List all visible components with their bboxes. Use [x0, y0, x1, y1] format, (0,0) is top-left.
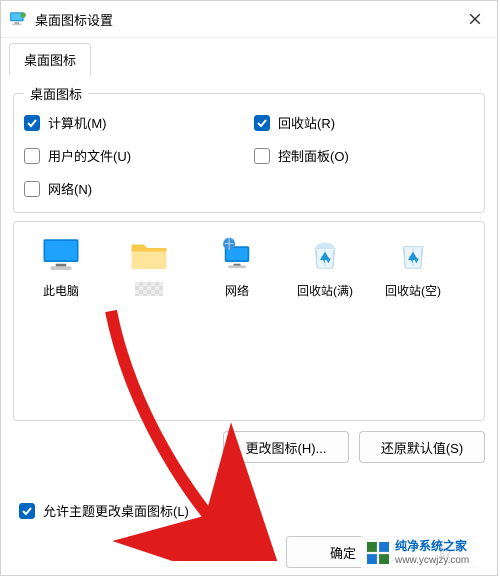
checkbox-box — [254, 148, 270, 164]
checkbox-label: 控制面板(O) — [278, 146, 349, 165]
icon-item-network[interactable]: 网络 — [198, 234, 276, 299]
icon-item-bin-full[interactable]: 回收站(满) — [286, 234, 364, 299]
icon-label — [110, 282, 188, 296]
checkbox-network[interactable]: 网络(N) — [24, 179, 244, 198]
checkbox-label: 用户的文件(U) — [48, 146, 131, 165]
dialog-window: 桌面图标设置 桌面图标 桌面图标 计算机(M) — [0, 0, 498, 576]
icon-label: 回收站(满) — [286, 282, 364, 299]
checkbox-box — [24, 148, 40, 164]
checkbox-box — [24, 181, 40, 197]
window-title: 桌面图标设置 — [35, 10, 461, 29]
tab-strip: 桌面图标 — [1, 38, 497, 74]
checkbox-recycle-bin[interactable]: 回收站(R) — [254, 113, 474, 132]
checkbox-allow-theme[interactable]: 允许主题更改桌面图标(L) — [19, 501, 189, 520]
checkbox-box — [24, 115, 40, 131]
checkbox-label: 网络(N) — [48, 179, 92, 198]
watermark-logo-icon — [367, 542, 389, 564]
close-icon — [469, 13, 481, 25]
watermark-url: www.ycwjzy.com — [395, 554, 469, 567]
icon-label: 此电脑 — [22, 282, 100, 299]
network-icon — [214, 234, 260, 276]
checkbox-label: 允许主题更改桌面图标(L) — [43, 501, 189, 520]
close-button[interactable] — [461, 5, 489, 33]
desktop-icons-group: 桌面图标 计算机(M) 回收站(R) — [13, 84, 485, 213]
icon-button-row: 更改图标(H)... 还原默认值(S) — [13, 431, 485, 463]
icon-item-bin-empty[interactable]: 回收站(空) — [374, 234, 452, 299]
app-icon — [9, 10, 27, 28]
checkbox-grid: 计算机(M) 回收站(R) 用户的文件(U) — [24, 113, 474, 198]
icon-label: 网络 — [198, 282, 276, 299]
checkbox-label: 计算机(M) — [48, 113, 107, 132]
change-icon-button[interactable]: 更改图标(H)... — [223, 431, 349, 463]
checkbox-label: 回收站(R) — [278, 113, 335, 132]
tab-panel: 桌面图标 计算机(M) 回收站(R) — [9, 84, 489, 463]
recycle-bin-full-icon — [302, 234, 348, 276]
icon-item-this-pc[interactable]: 此电脑 — [22, 234, 100, 299]
icon-preview-list: 此电脑 — [13, 221, 485, 421]
group-legend: 桌面图标 — [24, 84, 88, 103]
watermark: 纯净系统之家 www.ycwjzy.com — [361, 533, 497, 573]
recycle-bin-empty-icon — [390, 234, 436, 276]
checkbox-user-files[interactable]: 用户的文件(U) — [24, 146, 244, 165]
checkbox-computer[interactable]: 计算机(M) — [24, 113, 244, 132]
icon-label: 回收站(空) — [374, 282, 452, 299]
folder-icon — [126, 234, 172, 276]
pc-icon — [38, 234, 84, 276]
titlebar: 桌面图标设置 — [1, 1, 497, 38]
restore-default-button[interactable]: 还原默认值(S) — [359, 431, 485, 463]
checkbox-box — [254, 115, 270, 131]
tab-desktop-icons[interactable]: 桌面图标 — [9, 43, 91, 75]
checkbox-control-panel[interactable]: 控制面板(O) — [254, 146, 474, 165]
checkbox-box — [19, 503, 35, 519]
icon-item-user-folder[interactable] — [110, 234, 188, 299]
watermark-title: 纯净系统之家 — [395, 539, 469, 555]
